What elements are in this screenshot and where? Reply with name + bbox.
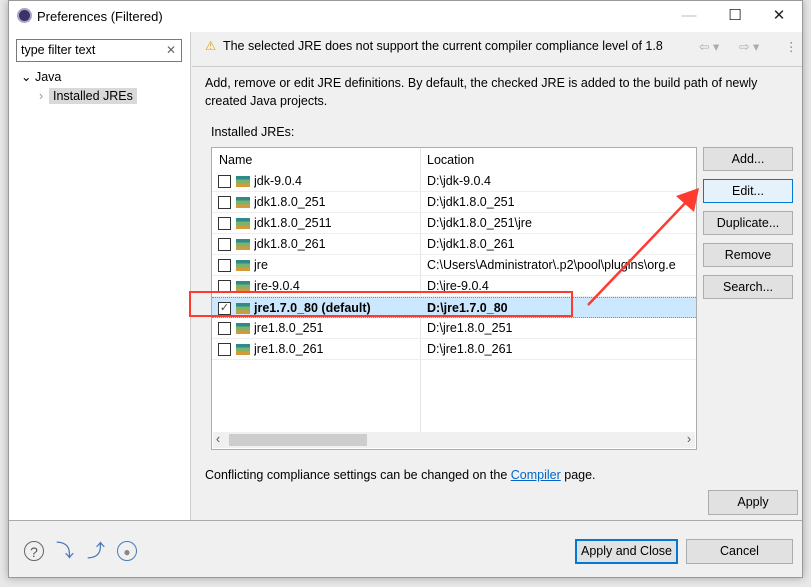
arrow-annotation [587,188,699,306]
